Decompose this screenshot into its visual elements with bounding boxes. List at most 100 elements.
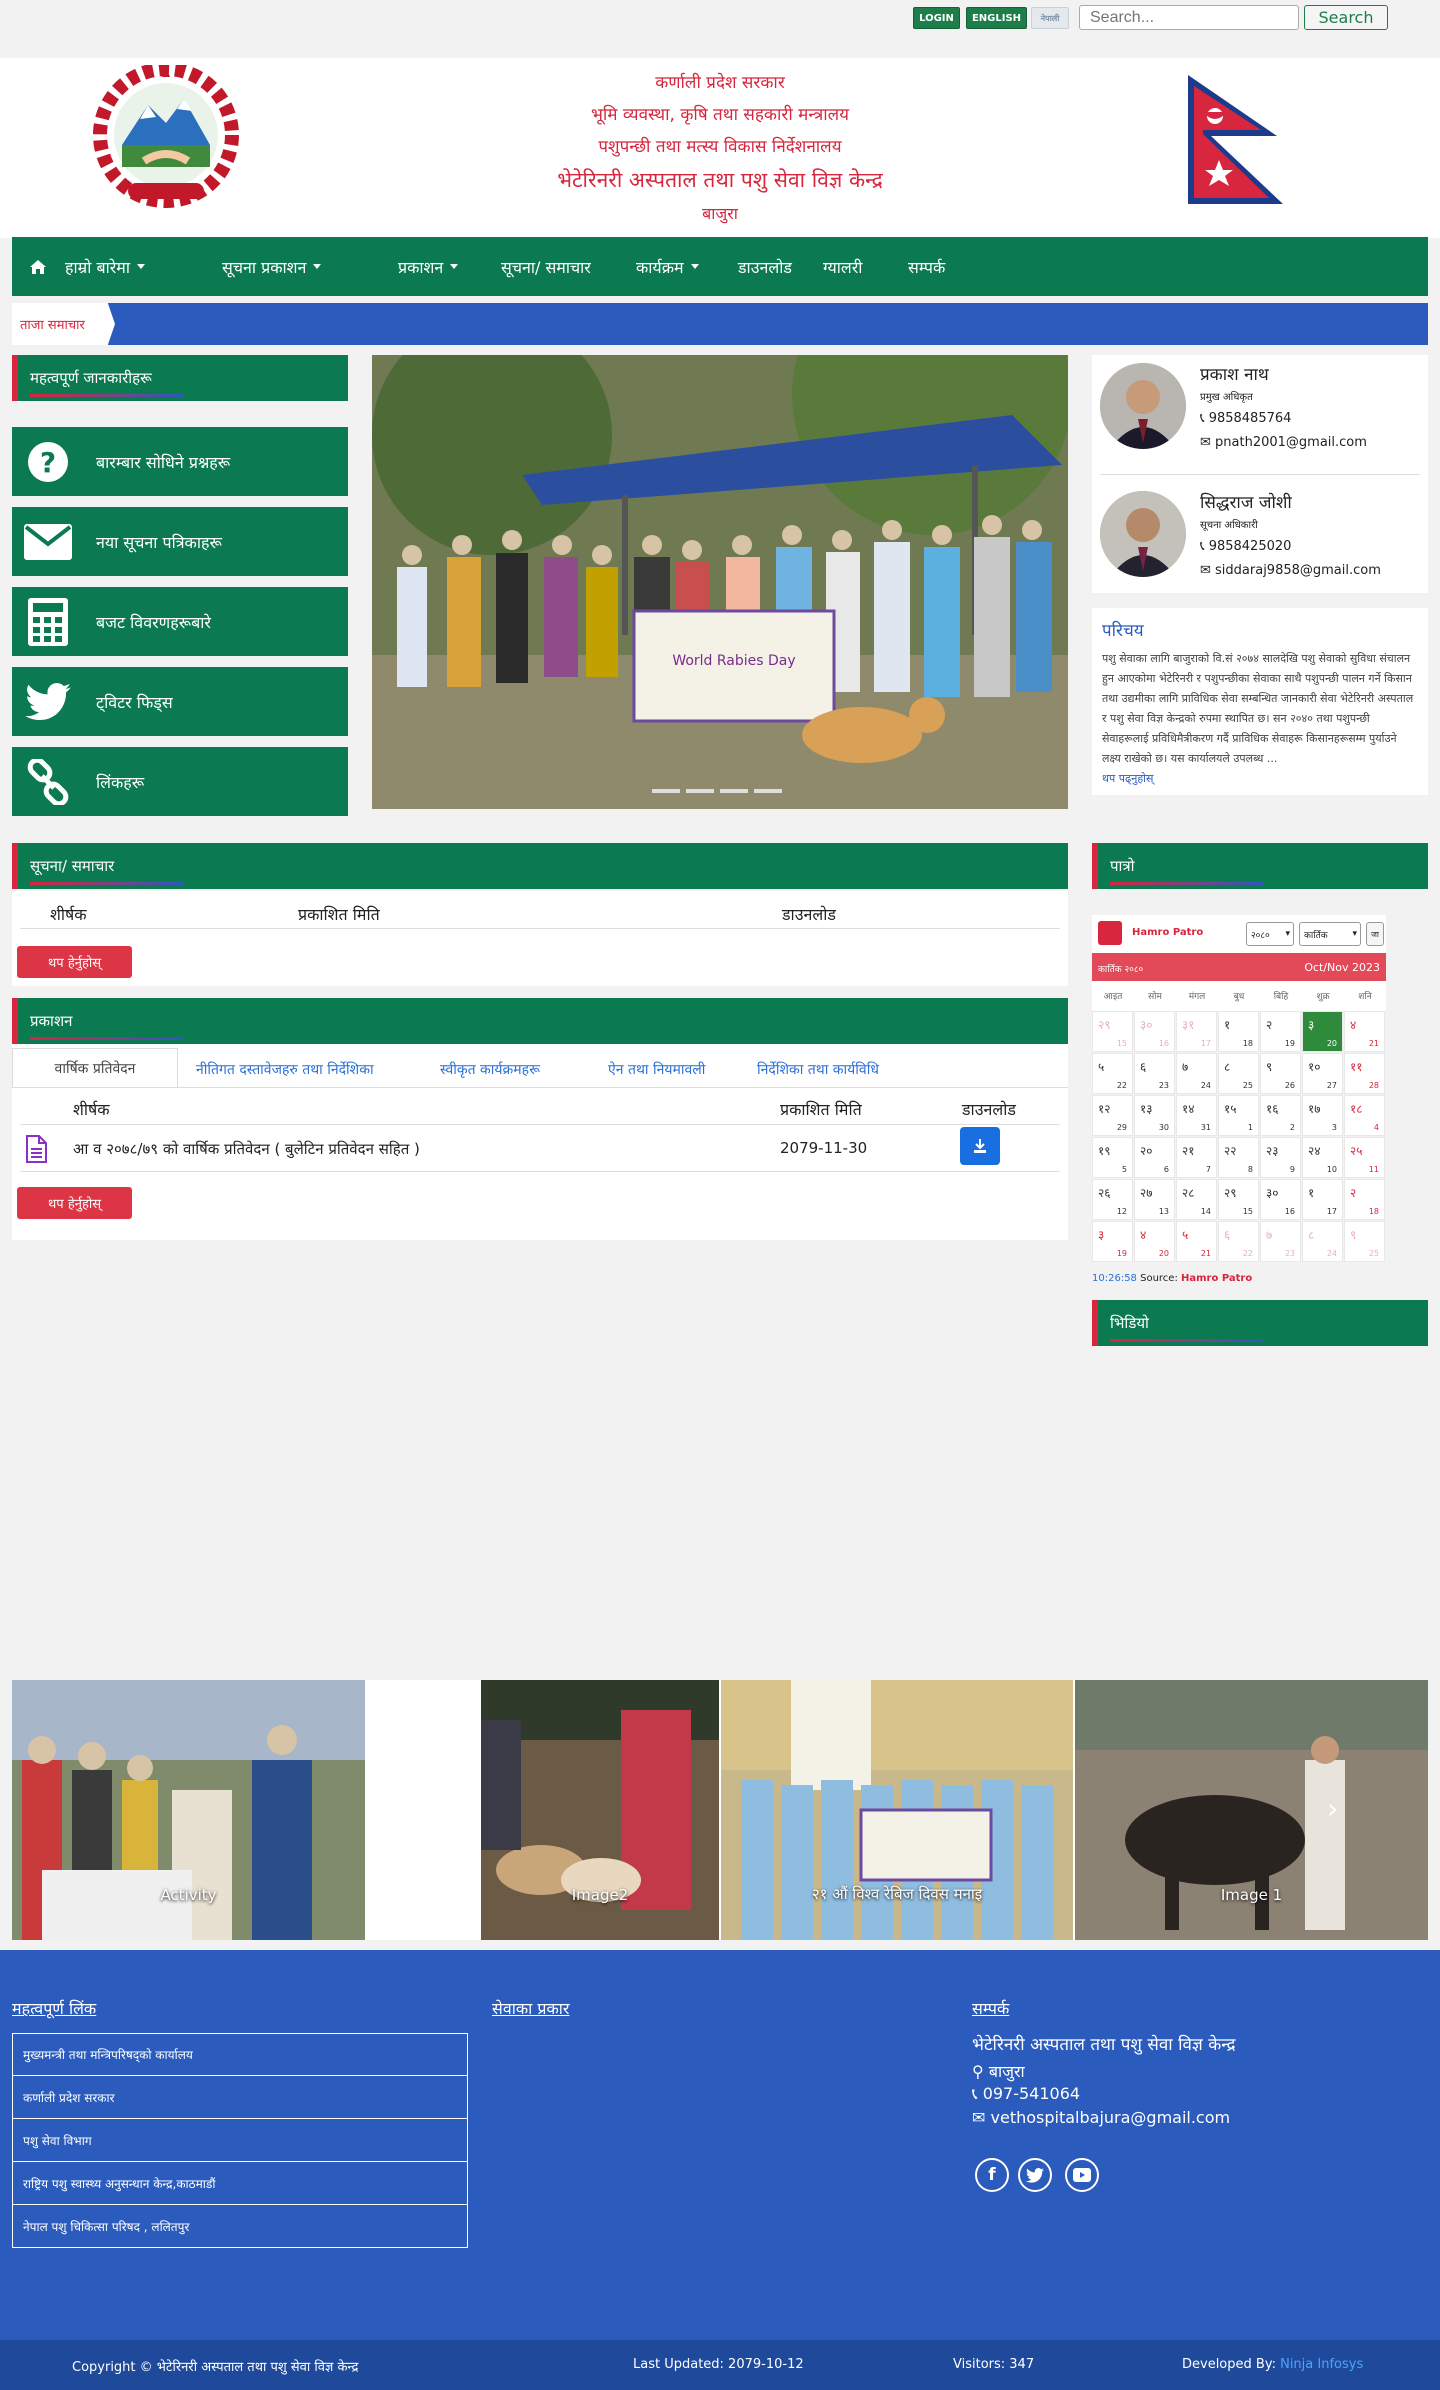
calendar-day[interactable]: १९ 5 — [1092, 1137, 1133, 1178]
nepali-date: १५ — [1224, 1102, 1237, 1116]
tab-annual-report[interactable]: वार्षिक प्रतिवेदन — [12, 1048, 178, 1088]
calendar-day[interactable]: ९ 26 — [1260, 1053, 1301, 1094]
calendar-day[interactable]: १ 18 — [1218, 1011, 1259, 1052]
year-select[interactable]: २०८० ▾ — [1246, 922, 1294, 946]
official-email[interactable]: ✉ siddaraj9858@gmail.com — [1200, 563, 1381, 578]
nav-item-gallery[interactable]: ग्यालरी — [823, 237, 862, 296]
nav-item-publication[interactable]: प्रकाशन — [398, 237, 459, 296]
calendar-day[interactable]: ५ 21 — [1176, 1221, 1217, 1262]
nav-item-download[interactable]: डाउनलोड — [738, 237, 792, 296]
calendar-day[interactable]: ११ 28 — [1344, 1053, 1385, 1094]
calendar-day[interactable]: २४ 10 — [1302, 1137, 1343, 1178]
quick-link-budget[interactable]: बजट विवरणहरूबारे — [12, 587, 348, 656]
calendar-day[interactable]: १७ 3 — [1302, 1095, 1343, 1136]
nav-item-info-publication[interactable]: सूचना प्रकाशन — [222, 237, 322, 296]
calendar-day[interactable]: १८ 4 — [1344, 1095, 1385, 1136]
search-button[interactable]: Search — [1304, 5, 1388, 30]
nav-item-news[interactable]: सूचना/ समाचार — [501, 237, 591, 296]
nepali-date: ६ — [1224, 1228, 1231, 1242]
quick-link-faq[interactable]: ? बारम्बार सोधिने प्रश्नहरू — [12, 427, 348, 496]
calendar-day[interactable]: १४ 31 — [1176, 1095, 1217, 1136]
twitter-icon[interactable] — [1018, 2158, 1052, 2192]
calendar-day[interactable]: २६ 12 — [1092, 1179, 1133, 1220]
calendar-day[interactable]: ६ 23 — [1134, 1053, 1175, 1094]
youtube-icon[interactable] — [1065, 2158, 1099, 2192]
calendar-day[interactable]: ३ 20 — [1302, 1011, 1343, 1052]
calendar-day[interactable]: ३० 16 — [1134, 1011, 1175, 1052]
calendar-day[interactable]: २५ 11 — [1344, 1137, 1385, 1178]
calendar-day[interactable]: ८ 24 — [1302, 1221, 1343, 1262]
month-select[interactable]: कार्तिक ▾ — [1299, 922, 1361, 946]
calendar-day[interactable]: २९ 15 — [1092, 1011, 1133, 1052]
gallery-item[interactable]: २१ औं विश्व रेबिज दिवस मनाइ — [721, 1680, 1073, 1940]
calendar-day[interactable]: १६ 2 — [1260, 1095, 1301, 1136]
login-button[interactable]: LOGIN — [913, 7, 960, 29]
calendar-day[interactable]: २० 6 — [1134, 1137, 1175, 1178]
quick-link-newsletter[interactable]: नया सूचना पत्रिकाहरू — [12, 507, 348, 576]
home-icon[interactable] — [30, 237, 46, 296]
calendar-day[interactable]: २२ 8 — [1218, 1137, 1259, 1178]
contact-email[interactable]: ✉ vethospitalbajura@gmail.com — [972, 2108, 1230, 2127]
calendar-go-button[interactable]: जा — [1366, 922, 1384, 946]
calendar-day[interactable]: ७ 24 — [1176, 1053, 1217, 1094]
facebook-icon[interactable]: f — [975, 2158, 1009, 2192]
footer-link[interactable]: राष्ट्रिय पशु स्वास्थ्य अनुसन्धान केन्द्… — [12, 2162, 468, 2205]
footer-link[interactable]: पशु सेवा विभाग — [12, 2119, 468, 2162]
calendar-day[interactable]: २९ 15 — [1218, 1179, 1259, 1220]
calendar-day[interactable]: ३ 19 — [1092, 1221, 1133, 1262]
quick-link-links[interactable]: लिंकहरू — [12, 747, 348, 816]
read-more-link[interactable]: थप पढ्नुहोस् — [1102, 771, 1418, 786]
calendar-day[interactable]: ६ 22 — [1218, 1221, 1259, 1262]
tab-policy-documents[interactable]: नीतिगत दस्तावेजहरु तथा निर्देशिका — [196, 1060, 374, 1079]
nav-item-about[interactable]: हाम्रो बारेमा — [65, 237, 145, 296]
download-button[interactable] — [960, 1127, 1000, 1165]
english-button[interactable]: ENGLISH — [966, 7, 1027, 29]
quick-link-twitter[interactable]: ट्विटर फिड्स — [12, 667, 348, 736]
calendar-day[interactable]: २७ 13 — [1134, 1179, 1175, 1220]
tab-acts-rules[interactable]: ऐन तथा नियमावली — [608, 1060, 705, 1079]
developer-link[interactable]: Ninja Infosys — [1280, 2357, 1363, 2372]
nav-item-programs[interactable]: कार्यक्रम — [636, 237, 699, 296]
footer-link[interactable]: कर्णाली प्रदेश सरकार — [12, 2076, 468, 2119]
calendar-day[interactable]: १५ 1 — [1218, 1095, 1259, 1136]
calendar-day[interactable]: १२ 29 — [1092, 1095, 1133, 1136]
calendar-day[interactable]: १३ 30 — [1134, 1095, 1175, 1136]
calendar-day[interactable]: २८ 14 — [1176, 1179, 1217, 1220]
calendar-day[interactable]: ३० 16 — [1260, 1179, 1301, 1220]
publications-more-button[interactable]: थप हेर्नुहोस् — [17, 1187, 132, 1219]
footer-link[interactable]: मुख्यमन्त्री तथा मन्त्रिपरिषद्को कार्याल… — [12, 2033, 468, 2076]
calendar-day[interactable]: २ 19 — [1260, 1011, 1301, 1052]
calendar-brand[interactable]: Hamro Patro — [1132, 927, 1203, 938]
english-date: 18 — [1368, 1207, 1379, 1216]
twitter-icon — [24, 678, 72, 726]
calendar-day[interactable]: २१ 7 — [1176, 1137, 1217, 1178]
nav-item-contact[interactable]: सम्पर्क — [908, 237, 945, 296]
gallery-caption: Activity — [160, 1886, 217, 1904]
calendar-day[interactable]: २ 18 — [1344, 1179, 1385, 1220]
calendar-day[interactable]: ८ 25 — [1218, 1053, 1259, 1094]
nepali-button[interactable]: नेपाली — [1031, 7, 1069, 29]
source-link[interactable]: Hamro Patro — [1181, 1273, 1252, 1284]
tab-guidelines[interactable]: निर्देशिका तथा कार्यविधि — [757, 1060, 879, 1079]
calendar-day[interactable]: ९ 25 — [1344, 1221, 1385, 1262]
calendar-day[interactable]: २३ 9 — [1260, 1137, 1301, 1178]
hero-slider-image[interactable]: World Rabies Day — [372, 355, 1068, 809]
tab-approved-programs[interactable]: स्वीकृत कार्यक्रमहरू — [440, 1060, 540, 1079]
gallery-item[interactable]: Image 1 › — [1075, 1680, 1428, 1940]
calendar-day[interactable]: ३१ 17 — [1176, 1011, 1217, 1052]
search-input[interactable] — [1079, 5, 1299, 30]
emblem-logo[interactable] — [82, 62, 250, 213]
calendar-day[interactable]: १ 17 — [1302, 1179, 1343, 1220]
calendar-day[interactable]: १० 27 — [1302, 1053, 1343, 1094]
document-title[interactable]: आ व २०७८/७९ को वार्षिक प्रतिवेदन ( बुलेट… — [73, 1139, 420, 1159]
footer-link[interactable]: नेपाल पशु चिकित्सा परिषद , ललितपुर — [12, 2205, 468, 2248]
official-email[interactable]: ✉ pnath2001@gmail.com — [1200, 435, 1367, 450]
calendar-day[interactable]: ५ 22 — [1092, 1053, 1133, 1094]
calendar-day[interactable]: ७ 23 — [1260, 1221, 1301, 1262]
calendar-day[interactable]: ४ 21 — [1344, 1011, 1385, 1052]
gallery-item[interactable]: Image2 — [481, 1680, 719, 1940]
gallery-item[interactable]: Activity — [12, 1680, 365, 1940]
calendar-day[interactable]: ४ 20 — [1134, 1221, 1175, 1262]
notices-more-button[interactable]: थप हेर्नुहोस् — [17, 946, 132, 978]
chevron-right-icon[interactable]: › — [1327, 1792, 1338, 1825]
